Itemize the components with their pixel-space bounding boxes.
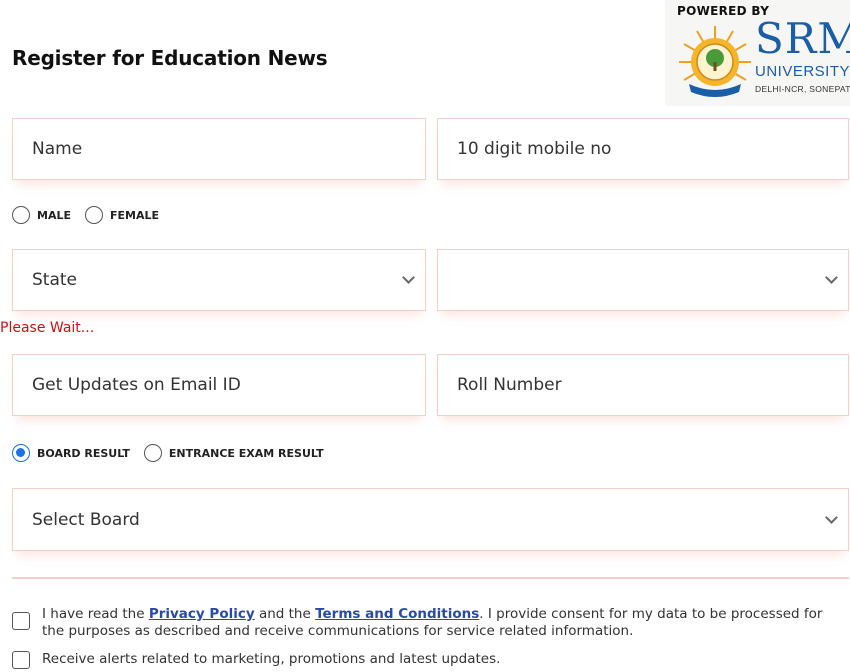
srm-logo: POWERED BY SRM UNIVERSITY DELHI-NCR, SON… [665, 0, 850, 106]
marketing-consent: Receive alerts related to marketing, pro… [12, 651, 847, 669]
board-result-radio[interactable] [12, 444, 30, 462]
chevron-down-icon [825, 510, 838, 524]
roll-number-input[interactable]: Roll Number [437, 354, 849, 416]
form-header: Register for Education News POWERED BY S… [12, 0, 850, 110]
board-select[interactable]: Select Board [12, 488, 849, 551]
page-title: Register for Education News [12, 46, 328, 70]
divider [12, 577, 849, 579]
chevron-down-icon [825, 271, 838, 284]
state-select[interactable]: State [12, 249, 426, 311]
female-radio[interactable] [84, 206, 103, 224]
privacy-consent-checkbox[interactable] [12, 612, 30, 630]
privacy-policy-link[interactable]: Privacy Policy [149, 606, 255, 622]
board-result-radio-label[interactable]: BOARD RESULT [37, 447, 130, 460]
name-placeholder: Name [32, 139, 83, 159]
privacy-consent: I have read the Privacy Policy and the T… [12, 606, 847, 642]
gender-radio-group: MALE FEMALE [12, 206, 173, 224]
please-wait-message: Please Wait... [0, 320, 95, 336]
city-select[interactable] [437, 249, 849, 311]
consent-text-part1: I have read the [42, 606, 149, 622]
board-select-value: Select Board [32, 509, 140, 530]
state-select-value: State [32, 270, 77, 290]
terms-link[interactable]: Terms and Conditions [315, 606, 479, 622]
email-placeholder: Get Updates on Email ID [32, 375, 241, 395]
marketing-consent-text: Receive alerts related to marketing, pro… [42, 651, 501, 667]
email-input[interactable]: Get Updates on Email ID [12, 354, 426, 416]
male-radio[interactable] [12, 206, 30, 224]
male-radio-label[interactable]: MALE [37, 209, 71, 222]
result-type-radio-group: BOARD RESULT ENTRANCE EXAM RESULT [12, 444, 338, 462]
university-logo-text: UNIVERSITY [755, 63, 850, 80]
marketing-consent-checkbox[interactable] [12, 651, 30, 669]
campus-logo-text: DELHI-NCR, SONEPAT [755, 84, 850, 94]
entrance-exam-result-radio[interactable] [143, 444, 162, 462]
srm-logo-text: SRM [755, 14, 850, 63]
chevron-down-icon [402, 271, 415, 284]
mobile-placeholder: 10 digit mobile no [457, 139, 612, 159]
consent-text-part2: and the [254, 606, 316, 622]
roll-number-placeholder: Roll Number [457, 375, 562, 395]
srm-emblem-icon [679, 26, 751, 97]
privacy-consent-text: I have read the Privacy Policy and the T… [42, 606, 847, 640]
name-input[interactable]: Name [12, 118, 426, 180]
mobile-input[interactable]: 10 digit mobile no [437, 118, 849, 180]
female-radio-label[interactable]: FEMALE [110, 209, 159, 222]
entrance-exam-result-radio-label[interactable]: ENTRANCE EXAM RESULT [169, 447, 324, 460]
